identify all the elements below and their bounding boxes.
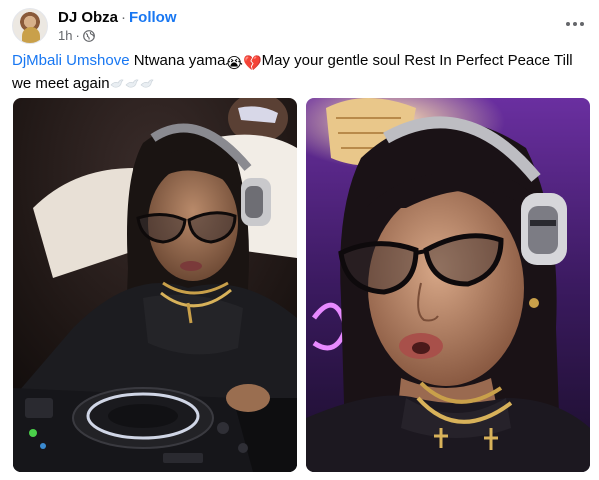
follow-button[interactable]: Follow (129, 9, 177, 26)
post-message: DjMbali Umshove Ntwana yama😭💔May your ge… (12, 51, 587, 94)
globe-icon[interactable] (82, 29, 95, 42)
photo-dj-closeup[interactable] (306, 98, 590, 472)
post-timestamp[interactable]: 1h (58, 28, 72, 43)
dove-icon (140, 76, 154, 88)
author-line: DJ Obza · Follow (58, 9, 177, 26)
post-header: DJ Obza · Follow 1h · (12, 8, 587, 44)
photo-dj-at-decks[interactable] (13, 98, 297, 472)
dove-icon (110, 76, 124, 88)
mention-link[interactable]: DjMbali Umshove (12, 52, 130, 69)
dove-icon (125, 76, 139, 88)
separator-dot: · (75, 28, 80, 43)
crying-emoji: 😭 (225, 55, 243, 72)
broken-heart-emoji: 💔 (242, 55, 262, 72)
message-text-part-1: Ntwana yama (129, 52, 226, 69)
post-meta: 1h · (58, 28, 95, 43)
author-avatar[interactable] (12, 8, 48, 44)
author-name[interactable]: DJ Obza (58, 9, 118, 26)
more-options-icon[interactable] (563, 14, 587, 34)
separator-dot: · (121, 9, 127, 26)
